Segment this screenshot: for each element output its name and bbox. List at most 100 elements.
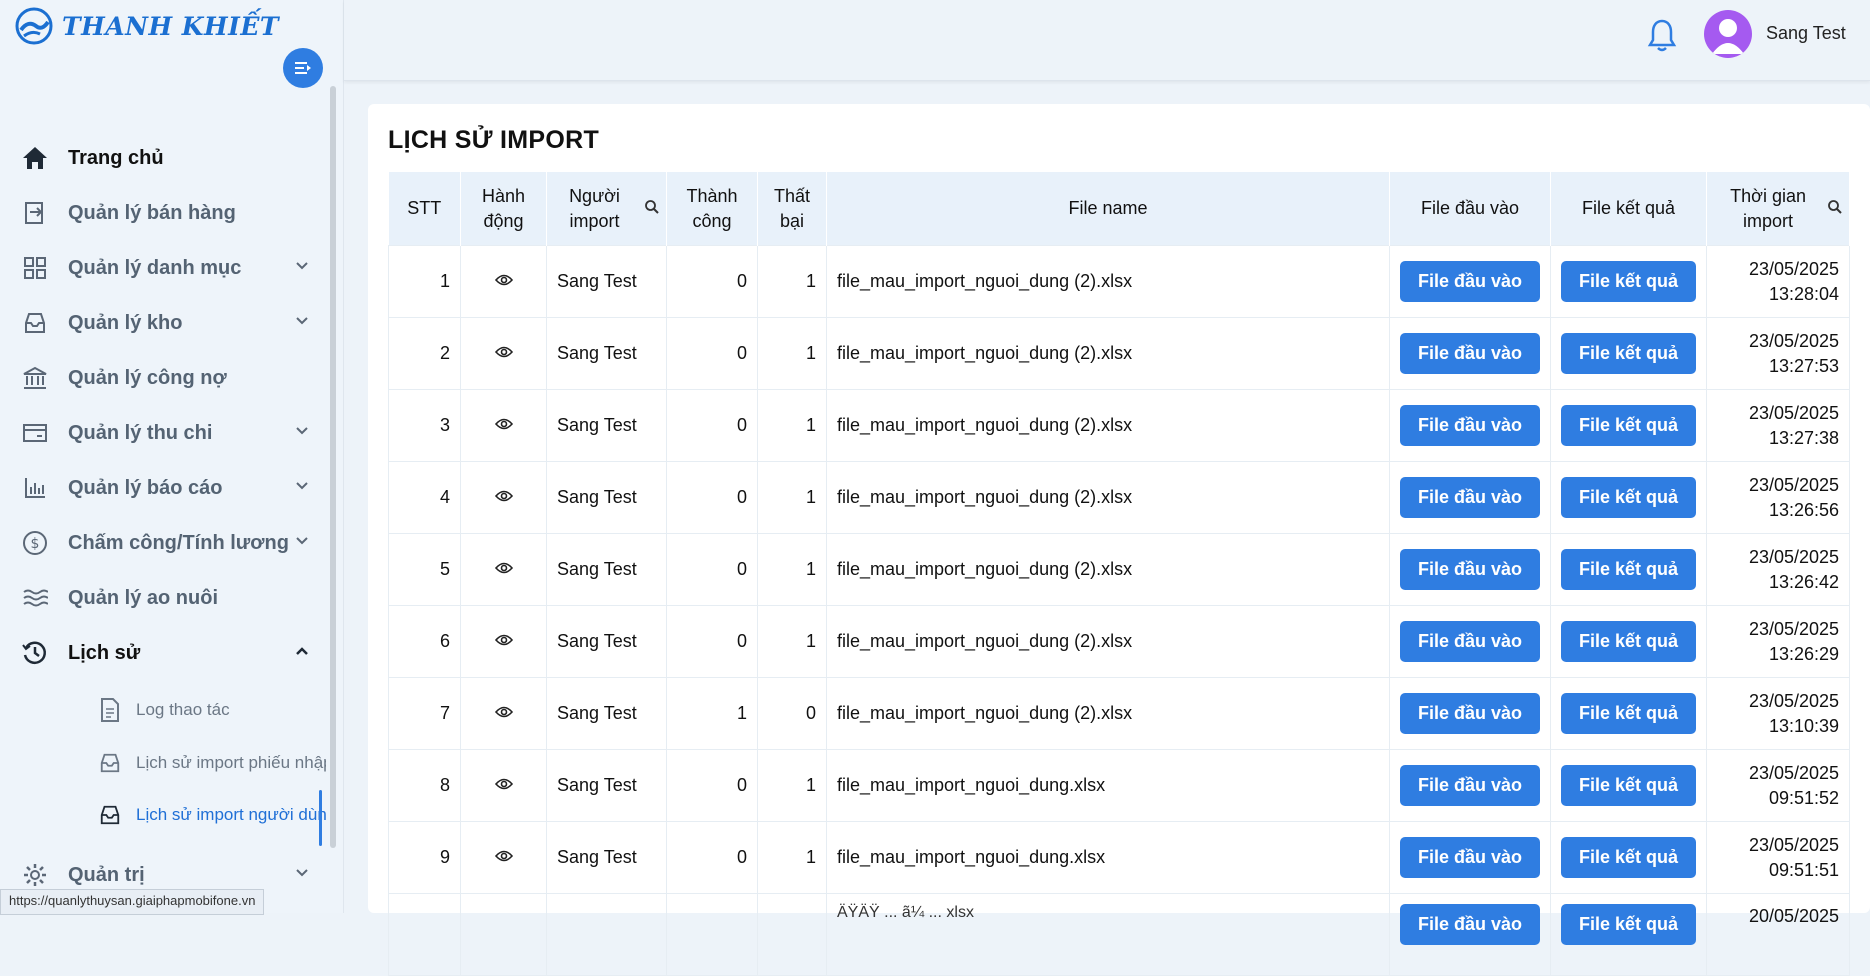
cell-success: 0 <box>666 749 758 822</box>
inbox-icon <box>100 753 120 773</box>
cell-clock: 13:26:56 <box>1768 499 1840 520</box>
cell-input-file: File đầu vào <box>1388 245 1552 318</box>
collapse-sidebar-button[interactable] <box>283 48 323 88</box>
view-button[interactable] <box>460 893 547 976</box>
eye-icon <box>494 634 513 646</box>
table-row: 6 Sang Test 0 1 file_mau_import_nguoi_dung (… <box>388 605 1851 678</box>
inbox-icon <box>25 313 45 333</box>
result-file-button[interactable]: File kết quả <box>1561 904 1697 945</box>
result-file-button[interactable]: File kết quả <box>1561 765 1697 806</box>
view-button[interactable] <box>460 677 547 750</box>
sidebar-item-bao-cao[interactable]: Quản lý báo cáo <box>20 468 310 508</box>
view-button[interactable] <box>460 749 547 822</box>
menu-collapse-icon <box>295 62 311 74</box>
input-file-button[interactable]: File đầu vào <box>1400 405 1541 446</box>
result-file-button[interactable]: File kết quả <box>1561 549 1697 590</box>
view-button[interactable] <box>460 317 547 390</box>
input-file-button[interactable]: File đầu vào <box>1400 621 1541 662</box>
sidebar-item-lich-su[interactable]: Lịch sử <box>20 633 310 673</box>
col-success: Thành công <box>666 172 758 246</box>
result-file-button[interactable]: File kết quả <box>1561 693 1697 734</box>
col-file-name: File name <box>826 172 1390 246</box>
cell-date: 23/05/2025 <box>1748 474 1840 495</box>
sidebar-item-ao-nuoi[interactable]: Quản lý ao nuôi <box>20 578 310 618</box>
card-icon <box>23 424 47 442</box>
sidebar-item-label: Quản lý kho <box>68 311 183 334</box>
sidebar-item-thu-chi[interactable]: Quản lý thu chi <box>20 413 310 453</box>
result-file-button[interactable]: File kết quả <box>1561 333 1697 374</box>
cell-date: 23/05/2025 <box>1748 618 1840 639</box>
cell-user <box>546 893 667 976</box>
table-row: 3 Sang Test 0 1 file_mau_import_nguoi_dung (… <box>388 389 1851 462</box>
chevron-up-icon <box>296 647 308 655</box>
sidebar-item-kho[interactable]: Quản lý kho <box>20 303 310 343</box>
sidebar-item-ban-hang[interactable]: Quản lý bán hàng <box>20 193 310 233</box>
sidebar-item-trang-chu[interactable]: Trang chủ <box>20 138 310 178</box>
eye-icon <box>494 346 513 358</box>
col-action: Hành động <box>460 172 547 246</box>
avatar[interactable] <box>1704 10 1752 58</box>
search-icon[interactable] <box>644 199 660 215</box>
cell-time: 23/05/2025 13:26:29 <box>1706 605 1851 678</box>
result-file-button[interactable]: File kết quả <box>1561 261 1697 302</box>
eye-icon <box>494 706 513 718</box>
result-file-button[interactable]: File kết quả <box>1561 477 1697 518</box>
brand-logo[interactable]: THANH KHIẾT <box>14 6 279 46</box>
cell-fail: 1 <box>757 533 827 606</box>
input-file-button[interactable]: File đầu vào <box>1400 549 1541 590</box>
table-row: 5 Sang Test 0 1 file_mau_import_nguoi_dung (… <box>388 533 1851 606</box>
chevron-down-icon <box>296 317 308 325</box>
sidebar-item-cham-cong[interactable]: $ Chấm công/Tính lương <box>20 523 310 563</box>
input-file-button[interactable]: File đầu vào <box>1400 837 1541 878</box>
sidebar-scrollbar[interactable] <box>330 86 336 848</box>
cell-clock: 13:27:38 <box>1768 427 1840 448</box>
result-file-button[interactable]: File kết quả <box>1561 837 1697 878</box>
sidebar-subitem-import-nguoi-dung[interactable]: Lịch sử import người dùng <box>98 797 328 833</box>
input-file-button[interactable]: File đầu vào <box>1400 693 1541 734</box>
cell-success: 0 <box>666 317 758 390</box>
eye-icon <box>494 562 513 574</box>
sidebar-item-label: Quản lý danh mục <box>68 256 242 279</box>
search-icon[interactable] <box>1827 199 1843 215</box>
chevron-down-icon <box>296 482 308 490</box>
table-row: 9 Sang Test 0 1 file_mau_import_nguoi_dung.x… <box>388 821 1851 894</box>
eye-icon <box>494 778 513 790</box>
result-file-button[interactable]: File kết quả <box>1561 405 1697 446</box>
input-file-button[interactable]: File đầu vào <box>1400 765 1541 806</box>
sidebar-subitem-log[interactable]: Log thao tác <box>98 692 328 728</box>
view-button[interactable] <box>460 389 547 462</box>
header-username[interactable]: Sang Test <box>1766 23 1846 44</box>
table-row: 4 Sang Test 0 1 file_mau_import_nguoi_dung (… <box>388 461 1851 534</box>
view-button[interactable] <box>460 245 547 318</box>
col-time: Thời gian import <box>1706 172 1851 246</box>
home-icon <box>23 147 47 169</box>
input-file-button[interactable]: File đầu vào <box>1400 333 1541 374</box>
notification-button[interactable] <box>1647 17 1677 58</box>
input-file-button[interactable]: File đầu vào <box>1400 477 1541 518</box>
cell-time: 23/05/2025 09:51:52 <box>1706 749 1851 822</box>
cell-fail: 1 <box>757 605 827 678</box>
cell-input-file: File đầu vào <box>1388 533 1552 606</box>
view-button[interactable] <box>460 605 547 678</box>
sidebar-item-label: Quản lý ao nuôi <box>68 586 219 609</box>
input-file-button[interactable]: File đầu vào <box>1400 904 1541 945</box>
view-button[interactable] <box>460 821 547 894</box>
sidebar: THANH KHIẾT Trang chủ Quản lý bán hàng Q… <box>0 0 344 913</box>
eye-icon <box>494 490 513 502</box>
view-button[interactable] <box>460 461 547 534</box>
cell-time: 23/05/2025 13:28:04 <box>1706 245 1851 318</box>
sidebar-item-danh-muc[interactable]: Quản lý danh mục <box>20 248 310 288</box>
view-button[interactable] <box>460 533 547 606</box>
cell-user: Sang Test <box>546 605 667 678</box>
col-label: bại <box>779 210 805 231</box>
cell-fail: 0 <box>757 677 827 750</box>
sidebar-subitem-import-phieu[interactable]: Lịch sử import phiếu nhập <box>98 745 328 781</box>
cell-fail: 1 <box>757 749 827 822</box>
sidebar-item-cong-no[interactable]: Quản lý công nợ <box>20 358 310 398</box>
sales-icon <box>25 202 43 224</box>
chevron-down-icon <box>296 537 308 545</box>
cell-result-file: File kết quả <box>1550 821 1708 894</box>
result-file-button[interactable]: File kết quả <box>1561 621 1697 662</box>
cell-date: 23/05/2025 <box>1748 546 1840 567</box>
input-file-button[interactable]: File đầu vào <box>1400 261 1541 302</box>
